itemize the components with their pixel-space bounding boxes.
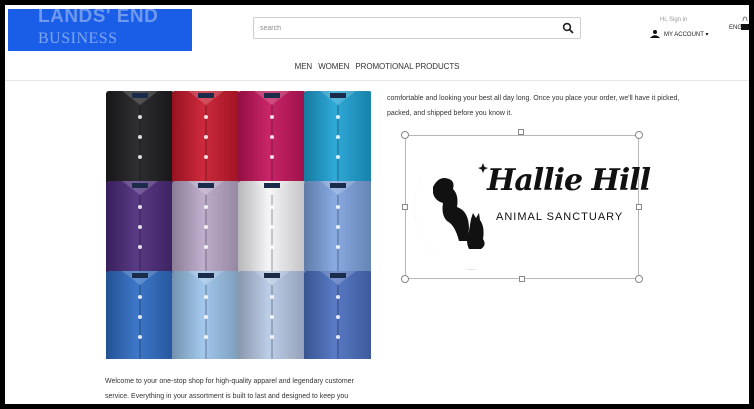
intro-text-continued: comfortable and looking your best all da…: [387, 95, 680, 117]
search-icon[interactable]: [562, 22, 574, 34]
shirt-item: [106, 271, 174, 359]
logo-wordmark: LANDS' END: [38, 9, 159, 27]
browser-frame: LANDS' END BUSINESS Hi, Sign in MY ACCOU…: [5, 5, 749, 404]
header-divider: [5, 80, 749, 81]
shirt-item: [304, 181, 371, 273]
shirt-item: [238, 181, 306, 273]
side-handle-bottom[interactable]: [519, 276, 525, 282]
shirt-item: [106, 91, 174, 183]
corner-handle-top-left[interactable]: [401, 131, 409, 139]
corner-handle-bottom-left[interactable]: [401, 275, 409, 283]
bag-icon[interactable]: [741, 15, 749, 33]
main-nav: MEN WOMEN PROMOTIONAL PRODUCTS: [5, 62, 749, 71]
my-account-menu[interactable]: MY ACCOUNT ▾: [664, 31, 708, 38]
intro-text: Welcome to your one-stop shop for high-q…: [105, 378, 354, 400]
shirt-item: [172, 181, 240, 273]
shirt-item: [172, 271, 240, 359]
nav-item-men[interactable]: MEN: [295, 62, 313, 71]
nav-item-women[interactable]: WOMEN: [318, 62, 349, 71]
corner-handle-top-right[interactable]: [635, 131, 643, 139]
logo-subtitle: BUSINESS: [38, 30, 118, 47]
shirt-item: [106, 181, 174, 273]
nav-item-promotional-products[interactable]: PROMOTIONAL PRODUCTS: [355, 62, 459, 71]
shirt-item: [304, 271, 371, 359]
corner-handle-bottom-right[interactable]: [635, 275, 643, 283]
side-handle-left[interactable]: [402, 204, 408, 210]
search-input[interactable]: [260, 21, 550, 36]
side-handle-right[interactable]: [636, 204, 642, 210]
shirt-item: [238, 91, 306, 183]
shirt-item: [172, 91, 240, 183]
shirt-item: [304, 91, 371, 183]
brand-logo[interactable]: LANDS' END BUSINESS: [8, 9, 192, 51]
uploaded-logo-subtitle: ANIMAL SANCTUARY: [496, 211, 624, 223]
sign-in-link[interactable]: Hi, Sign in: [660, 17, 687, 23]
user-icon[interactable]: [650, 30, 660, 38]
uploaded-logo-title: Hallie Hill: [487, 163, 651, 198]
top-center-handle[interactable]: [518, 129, 524, 135]
search-box[interactable]: [253, 17, 581, 39]
shirt-item: [238, 271, 306, 359]
shirts-photo: [106, 91, 371, 359]
